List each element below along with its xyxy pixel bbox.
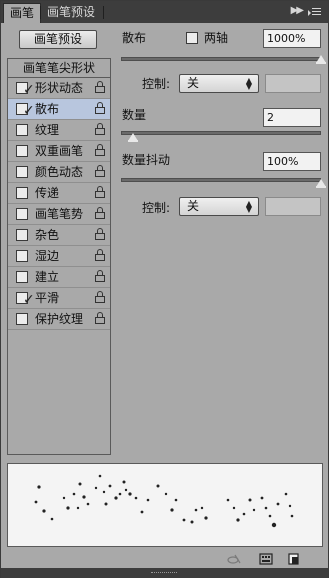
lock-icon[interactable]: [95, 186, 105, 198]
lock-icon[interactable]: [95, 165, 105, 177]
count-jitter-slider-thumb[interactable]: [316, 179, 326, 188]
brush-stroke-preview: [7, 463, 323, 547]
option-label: 颜色动态: [35, 165, 84, 179]
control-label-2: 控制:: [142, 201, 171, 215]
toggle-live-tip-preview-icon[interactable]: [227, 553, 241, 565]
lock-icon[interactable]: [95, 144, 105, 156]
brush-option-item[interactable]: 保护纹理: [8, 309, 110, 330]
tab-separator: [103, 6, 104, 19]
scatter-dots-preview: [34, 474, 294, 528]
brush-option-item[interactable]: 杂色: [8, 225, 110, 246]
lock-icon[interactable]: [95, 270, 105, 282]
lock-icon[interactable]: [95, 102, 105, 114]
count-jitter-slider-track[interactable]: [121, 178, 321, 182]
lock-icon[interactable]: [95, 291, 105, 303]
control-disabled-field-2: [265, 197, 321, 216]
bottom-toolbar: [1, 550, 328, 568]
brush-option-item[interactable]: ✓ 平滑: [8, 288, 110, 309]
option-label: 平滑: [35, 291, 60, 305]
option-checkbox[interactable]: [16, 208, 28, 220]
count-jitter-label: 数量抖动: [122, 153, 171, 167]
option-checkbox[interactable]: ✓: [16, 103, 35, 119]
option-label: 形状动态: [35, 81, 84, 95]
brush-option-item[interactable]: 画笔笔势: [8, 204, 110, 225]
scatter-label: 散布: [122, 31, 147, 45]
option-label: 画笔笔势: [35, 207, 84, 221]
option-label: 保护纹理: [35, 312, 84, 326]
count-slider-thumb[interactable]: [128, 133, 138, 142]
control-dropdown-2-value: 关: [187, 199, 200, 213]
brush-tip-shape-item[interactable]: 画笔笔尖形状: [8, 59, 110, 78]
lock-icon[interactable]: [95, 249, 105, 261]
brush-option-item[interactable]: ✓ 形状动态: [8, 78, 110, 99]
count-value-input[interactable]: 2: [263, 108, 321, 127]
both-axes-checkbox[interactable]: [186, 32, 198, 44]
dropdown-arrow-icon: ▲ ▼: [245, 199, 252, 214]
control-dropdown-2[interactable]: 关 ▲ ▼: [179, 197, 259, 216]
option-checkbox[interactable]: [16, 229, 28, 241]
checkmark-icon: ✓: [23, 82, 35, 98]
count-label: 数量: [122, 108, 147, 122]
checkmark-icon: ✓: [23, 103, 35, 119]
option-checkbox[interactable]: [16, 187, 28, 199]
lock-icon[interactable]: [95, 207, 105, 219]
brush-option-item[interactable]: ✓ 散布: [8, 99, 110, 120]
lock-icon[interactable]: [95, 123, 105, 135]
brush-option-item[interactable]: 建立: [8, 267, 110, 288]
option-label: 杂色: [35, 228, 60, 242]
new-brush-icon[interactable]: [287, 553, 301, 565]
option-label: 湿边: [35, 249, 60, 263]
control-dropdown-value: 关: [187, 76, 200, 90]
option-label: 双重画笔: [35, 144, 84, 158]
collapse-panel-icon[interactable]: ▶▶: [291, 5, 304, 16]
grid-view-icon[interactable]: [259, 553, 273, 565]
control-disabled-field: [265, 74, 321, 93]
resize-grip[interactable]: [1, 568, 328, 578]
option-label: 散布: [35, 102, 60, 116]
count-slider-track[interactable]: [121, 131, 321, 135]
brush-option-item[interactable]: 传递: [8, 183, 110, 204]
count-jitter-value-input[interactable]: 100%: [263, 152, 321, 171]
tab-bar: 画笔 画笔预设 ▶▶: [1, 1, 328, 23]
tab-brush-presets[interactable]: 画笔预设: [41, 3, 101, 23]
option-label: 传递: [35, 186, 60, 200]
control-label: 控制:: [142, 77, 171, 91]
panel-menu-icon[interactable]: [308, 6, 322, 18]
brush-options-list: 画笔笔尖形状 ✓ 形状动态 ✓ 散布 纹理 双重画笔 颜色动态 传递 画笔笔势 杂色 湿边 建立 ✓ 平滑…: [7, 58, 111, 455]
option-checkbox[interactable]: [16, 271, 28, 283]
option-checkbox[interactable]: ✓: [16, 292, 35, 308]
lock-icon[interactable]: [95, 228, 105, 240]
option-checkbox[interactable]: [16, 124, 28, 136]
control-dropdown[interactable]: 关 ▲ ▼: [179, 74, 259, 93]
brush-option-item[interactable]: 湿边: [8, 246, 110, 267]
option-label: 纹理: [35, 123, 60, 137]
brush-presets-button[interactable]: 画笔预设: [19, 30, 97, 49]
both-axes-label: 两轴: [204, 31, 229, 45]
option-checkbox[interactable]: ✓: [16, 82, 35, 98]
scatter-slider-thumb[interactable]: [316, 55, 326, 64]
option-checkbox[interactable]: [16, 166, 28, 178]
option-label: 建立: [35, 270, 60, 284]
lock-icon[interactable]: [95, 312, 105, 324]
checkmark-icon: ✓: [23, 292, 35, 308]
brush-option-item[interactable]: 纹理: [8, 120, 110, 141]
brush-option-item[interactable]: 颜色动态: [8, 162, 110, 183]
scatter-slider-track[interactable]: [121, 57, 321, 61]
brush-panel: 画笔 画笔预设 ▶▶ 画笔预设 画笔笔尖形状 ✓ 形状动态 ✓ 散布 纹理 双重画笔 颜色动…: [0, 0, 329, 578]
option-checkbox[interactable]: [16, 250, 28, 262]
scatter-value-input[interactable]: 1000%: [263, 29, 321, 48]
dropdown-arrow-icon: ▲ ▼: [245, 76, 252, 91]
lock-icon[interactable]: [95, 81, 105, 93]
tab-brush[interactable]: 画笔: [3, 3, 42, 23]
option-checkbox[interactable]: [16, 145, 28, 157]
option-checkbox[interactable]: [16, 313, 28, 325]
brush-option-item[interactable]: 双重画笔: [8, 141, 110, 162]
